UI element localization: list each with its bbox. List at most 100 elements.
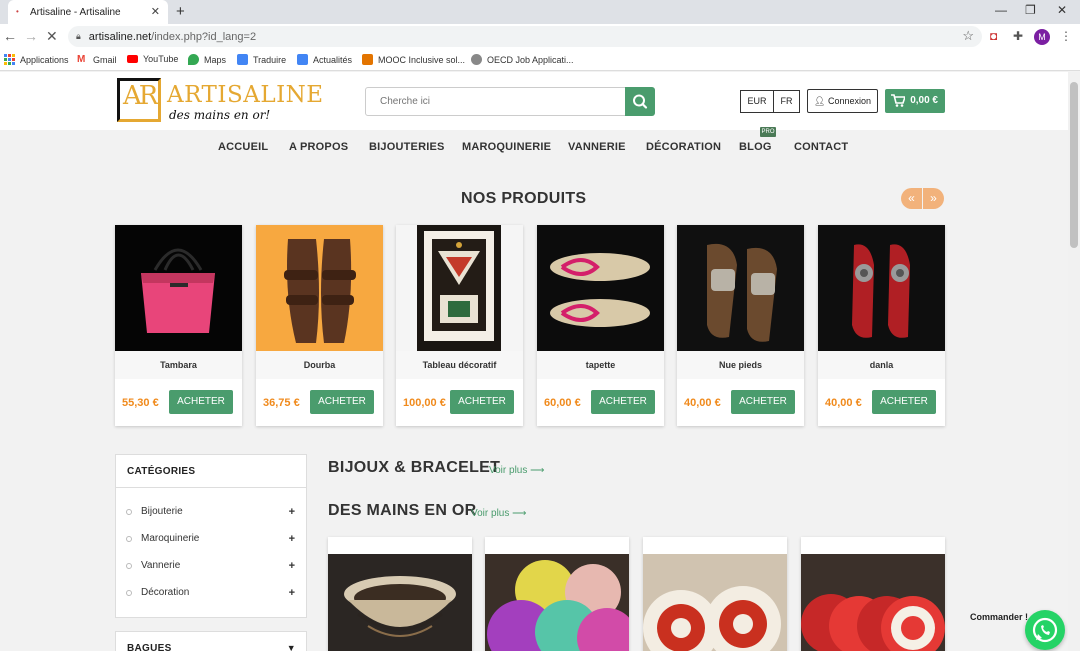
bagues-title[interactable]: BAGUES ▼: [116, 632, 306, 651]
extension-pocket-icon[interactable]: ◘: [990, 29, 997, 43]
buy-button[interactable]: ACHETER: [310, 390, 374, 414]
carousel-prev-icon[interactable]: «: [901, 188, 922, 209]
product-card[interactable]: Nue pieds 40,00 € ACHETER: [677, 225, 804, 426]
category-item-vannerie[interactable]: Vannerie +: [116, 556, 306, 576]
whatsapp-label: Commander !: [970, 612, 1029, 622]
restore-icon[interactable]: ❐: [1025, 3, 1036, 17]
product-name[interactable]: Tableau décoratif: [396, 351, 523, 379]
product-card[interactable]: tapette 60,00 € ACHETER: [537, 225, 664, 426]
language-fr-button[interactable]: FR: [773, 90, 800, 113]
expand-plus-icon[interactable]: +: [289, 502, 295, 522]
search-button[interactable]: [625, 87, 655, 116]
nav-item-bijouteries[interactable]: BIJOUTERIES: [369, 141, 445, 153]
nav-item-contact[interactable]: CONTACT: [794, 141, 848, 153]
product-tile[interactable]: [485, 537, 629, 651]
forward-icon[interactable]: →: [24, 28, 38, 44]
category-label[interactable]: Décoration: [141, 583, 189, 603]
product-card[interactable]: Tableau décoratif 100,00 € ACHETER: [396, 225, 523, 426]
product-image[interactable]: [256, 225, 383, 351]
bookmark-traduire[interactable]: Traduire: [237, 54, 286, 65]
chrome-menu-icon[interactable]: ⋮: [1060, 29, 1072, 43]
close-window-icon[interactable]: ✕: [1057, 3, 1067, 17]
mooc-icon: [362, 54, 373, 65]
stop-loading-icon[interactable]: ✕: [46, 28, 58, 44]
site-logo[interactable]: AR ARTISALINE des mains en or!: [117, 78, 323, 126]
logo-letters: AR: [123, 81, 158, 111]
page-scrollbar[interactable]: [1068, 72, 1080, 651]
scrollbar-thumb[interactable]: [1070, 82, 1078, 248]
products-section-title: NOS PRODUITS: [461, 190, 587, 207]
bookmark-oecd[interactable]: OECD Job Applicati...: [471, 54, 574, 65]
arrow-right-icon: ⟶: [512, 508, 527, 519]
cart-button[interactable]: 0,00 €: [885, 89, 945, 113]
tab-title: Artisaline - Artisaline: [30, 6, 121, 18]
product-image[interactable]: [801, 554, 945, 651]
chevron-down-icon[interactable]: ▼: [287, 632, 296, 651]
search-input[interactable]: [365, 87, 626, 116]
product-tile[interactable]: [328, 537, 472, 651]
buy-button[interactable]: ACHETER: [591, 390, 655, 414]
product-card[interactable]: Tambara 55,30 € ACHETER: [115, 225, 242, 426]
expand-plus-icon[interactable]: +: [289, 556, 295, 576]
product-image[interactable]: [396, 225, 523, 351]
product-tile[interactable]: [801, 537, 945, 651]
nav-item-decoration[interactable]: DÉCORATION: [646, 141, 721, 153]
product-image[interactable]: [328, 554, 472, 651]
product-name[interactable]: danla: [818, 351, 945, 379]
product-name[interactable]: Nue pieds: [677, 351, 804, 379]
bookmark-actualites[interactable]: Actualités: [297, 54, 352, 65]
product-image[interactable]: [115, 225, 242, 351]
bookmark-star-icon[interactable]: ☆: [962, 28, 974, 44]
bookmark-mooc[interactable]: MOOC Inclusive sol...: [362, 54, 465, 65]
mains-voir-plus-link[interactable]: Voir plus ⟶: [471, 508, 526, 519]
category-label[interactable]: Maroquinerie: [141, 529, 199, 549]
product-image[interactable]: [643, 554, 787, 651]
buy-button[interactable]: ACHETER: [872, 390, 936, 414]
bookmark-gmail[interactable]: M Gmail: [77, 54, 117, 65]
bookmark-maps[interactable]: Maps: [188, 54, 226, 65]
product-name[interactable]: tapette: [537, 351, 664, 379]
nav-item-accueil[interactable]: ACCUEIL: [218, 141, 268, 153]
nav-item-blog[interactable]: BLOG: [739, 141, 772, 153]
expand-plus-icon[interactable]: +: [289, 529, 295, 549]
extensions-puzzle-icon[interactable]: ✚: [1013, 29, 1023, 43]
product-name[interactable]: Tambara: [115, 351, 242, 379]
whatsapp-icon: [1032, 617, 1058, 643]
buy-button[interactable]: ACHETER: [731, 390, 795, 414]
category-label[interactable]: Vannerie: [141, 556, 180, 576]
product-tile[interactable]: [643, 537, 787, 651]
nav-item-maroquinerie[interactable]: MAROQUINERIE: [462, 141, 551, 153]
login-button[interactable]: 👤︎ Connexion: [807, 89, 878, 113]
product-image[interactable]: [818, 225, 945, 351]
buy-button[interactable]: ACHETER: [169, 390, 233, 414]
product-image[interactable]: [485, 554, 629, 651]
nav-item-vannerie[interactable]: VANNERIE: [568, 141, 626, 153]
category-item-bijouterie[interactable]: Bijouterie +: [116, 502, 306, 522]
category-item-decoration[interactable]: Décoration +: [116, 583, 306, 603]
product-name[interactable]: Dourba: [256, 351, 383, 379]
back-icon[interactable]: ←: [3, 28, 17, 44]
arrow-right-icon: ⟶: [530, 465, 545, 476]
product-image[interactable]: [537, 225, 664, 351]
category-item-maroquinerie[interactable]: Maroquinerie +: [116, 529, 306, 549]
bookmark-youtube[interactable]: YouTube: [127, 54, 178, 64]
expand-plus-icon[interactable]: +: [289, 583, 295, 603]
bookmark-applications[interactable]: Applications: [4, 54, 69, 65]
bijoux-voir-plus-link[interactable]: Voir plus ⟶: [489, 465, 544, 476]
browser-tab[interactable]: • Artisaline - Artisaline ✕: [8, 0, 168, 24]
whatsapp-button[interactable]: [1025, 610, 1065, 650]
buy-button[interactable]: ACHETER: [450, 390, 514, 414]
address-bar[interactable]: 🔒︎ artisaline.net/index.php?id_lang=2 ☆: [68, 26, 982, 47]
product-card[interactable]: Dourba 36,75 € ACHETER: [256, 225, 383, 426]
nav-item-a-propos[interactable]: A PROPOS: [289, 141, 348, 153]
close-tab-icon[interactable]: ✕: [151, 6, 160, 18]
product-card[interactable]: danla 40,00 € ACHETER: [818, 225, 945, 426]
currency-eur-button[interactable]: EUR: [740, 90, 774, 113]
minimize-icon[interactable]: —: [995, 3, 1007, 17]
category-label[interactable]: Bijouterie: [141, 502, 183, 522]
new-tab-icon[interactable]: +: [176, 3, 185, 21]
profile-avatar[interactable]: M: [1034, 29, 1050, 45]
bagues-panel[interactable]: BAGUES ▼: [115, 631, 307, 651]
product-image[interactable]: [677, 225, 804, 351]
carousel-next-icon[interactable]: »: [923, 188, 944, 209]
